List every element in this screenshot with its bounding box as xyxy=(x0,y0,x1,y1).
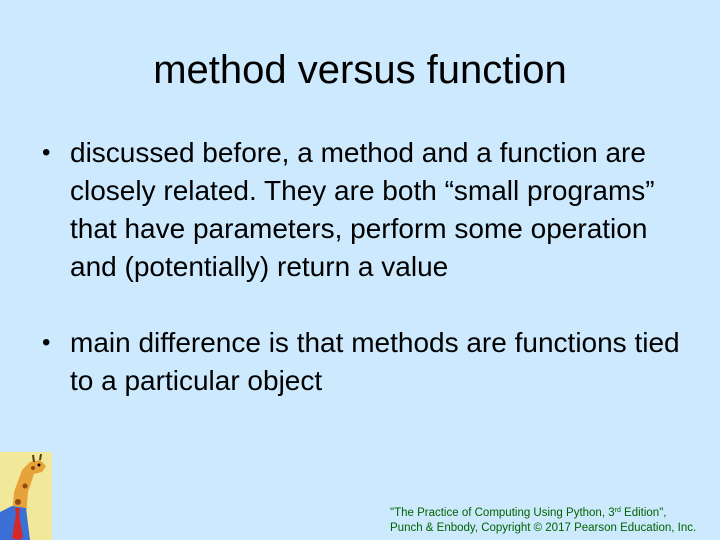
bullet-text: discussed before, a method and a functio… xyxy=(70,137,655,282)
footer-line-1: "The Practice of Computing Using Python,… xyxy=(390,507,667,519)
slide-title: method versus function xyxy=(153,48,567,92)
bullet-item: • main difference is that methods are fu… xyxy=(40,324,690,400)
giraffe-logo-icon xyxy=(0,452,52,540)
bullet-marker: • xyxy=(42,329,51,356)
bullet-text: main difference is that methods are func… xyxy=(70,327,680,396)
slide: method versus function • discussed befor… xyxy=(0,0,720,540)
bullet-list: • discussed before, a method and a funct… xyxy=(40,134,690,400)
copyright-footer: "The Practice of Computing Using Python,… xyxy=(390,506,715,536)
bullet-marker: • xyxy=(42,139,51,166)
footer-line-2: Punch & Enbody, Copyright © 2017 Pearson… xyxy=(390,522,697,534)
bullet-item: • discussed before, a method and a funct… xyxy=(40,134,690,286)
